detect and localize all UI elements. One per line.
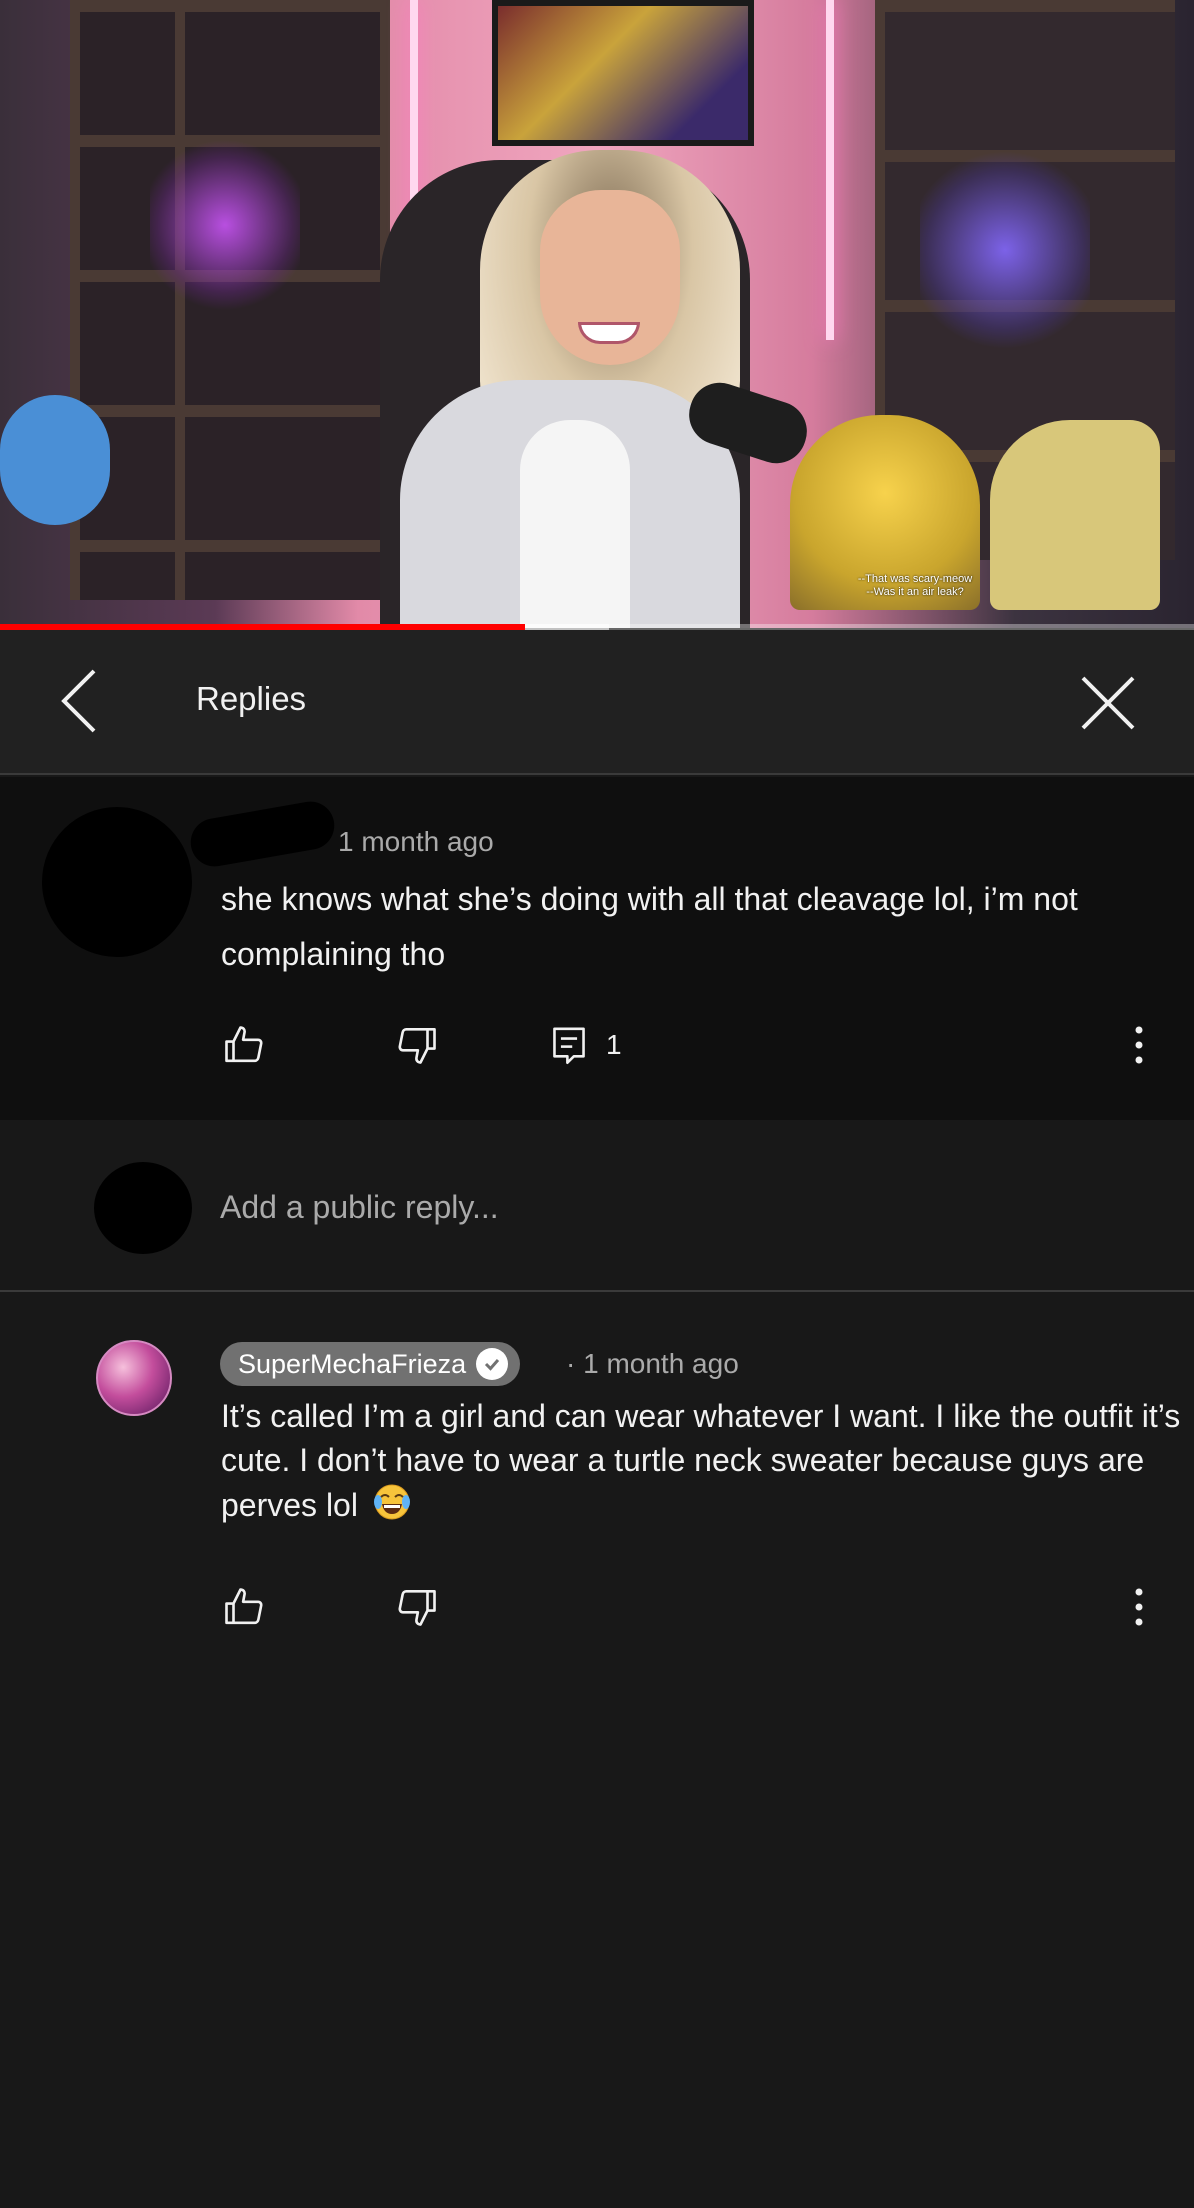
video-subtitle: --That was scary-meow --Was it an air le…	[790, 573, 1040, 599]
led-glow	[920, 150, 1090, 350]
subtitle-line: --That was scary-meow	[857, 573, 973, 585]
plush-toy	[0, 395, 110, 525]
comment-icon	[553, 1027, 585, 1065]
dislike-button[interactable]	[392, 1020, 442, 1070]
subtitle-line: --Was it an air leak?	[866, 586, 964, 598]
more-options-button[interactable]	[1119, 1015, 1159, 1075]
add-reply-row	[0, 1120, 1194, 1292]
parent-comment: 1 month ago she knows what she’s doing w…	[0, 777, 1194, 1120]
back-button[interactable]	[54, 665, 114, 737]
meta-separator: ·	[566, 1348, 576, 1379]
video-player[interactable]: --That was scary-meow --Was it an air le…	[0, 0, 1194, 628]
like-button[interactable]	[219, 1582, 269, 1632]
comment-text: It’s called I’m a girl and can wear what…	[221, 1394, 1181, 1527]
author-name-chip[interactable]: SuperMechaFrieza	[220, 1342, 521, 1386]
thumbs-down-icon	[398, 1589, 436, 1626]
author-name: SuperMechaFrieza	[238, 1348, 467, 1379]
close-icon	[1081, 676, 1135, 730]
comment-text: she knows what she’s doing with all that…	[221, 881, 1078, 972]
chevron-left-icon	[61, 669, 96, 733]
empty-area	[0, 1642, 1194, 2208]
reply-comment: SuperMechaFrieza · 1 month ago It’s call…	[0, 1292, 1194, 1642]
more-options-button[interactable]	[1119, 1577, 1159, 1637]
comment-actions	[0, 1582, 1194, 1642]
comment-timestamp: 1 month ago	[338, 826, 494, 857]
reply-count: 1	[606, 1029, 622, 1060]
comment-text-body: It’s called I’m a girl and can wear what…	[221, 1398, 1181, 1523]
reply-input[interactable]	[220, 1182, 1120, 1232]
comment-actions: 1	[0, 1020, 1194, 1080]
close-button[interactable]	[1075, 670, 1141, 736]
avatar-redacted	[42, 807, 192, 957]
timestamp-text: 1 month ago	[583, 1348, 739, 1379]
more-vert-icon	[1135, 1026, 1143, 1064]
my-avatar-redacted	[94, 1162, 192, 1254]
page-title: Replies	[196, 680, 307, 717]
wall-poster	[492, 0, 754, 146]
led-glow	[150, 140, 300, 310]
comment-timestamp: · 1 month ago	[566, 1348, 739, 1380]
author-name-redacted	[186, 797, 339, 871]
thumbs-up-icon	[225, 1588, 263, 1625]
dislike-button[interactable]	[392, 1582, 442, 1632]
thumbs-down-icon	[398, 1027, 436, 1064]
verified-check-icon	[476, 1348, 509, 1380]
more-vert-icon	[1135, 1588, 1143, 1626]
tears-of-joy-emoji-icon	[372, 1482, 412, 1522]
avatar[interactable]	[96, 1340, 172, 1416]
like-button[interactable]	[219, 1020, 269, 1070]
streamer-shirt	[520, 420, 630, 628]
replies-header: Replies	[0, 630, 1194, 775]
led-strip	[826, 0, 834, 340]
reply-button[interactable]	[544, 1020, 594, 1070]
thumbs-up-icon	[225, 1026, 263, 1063]
